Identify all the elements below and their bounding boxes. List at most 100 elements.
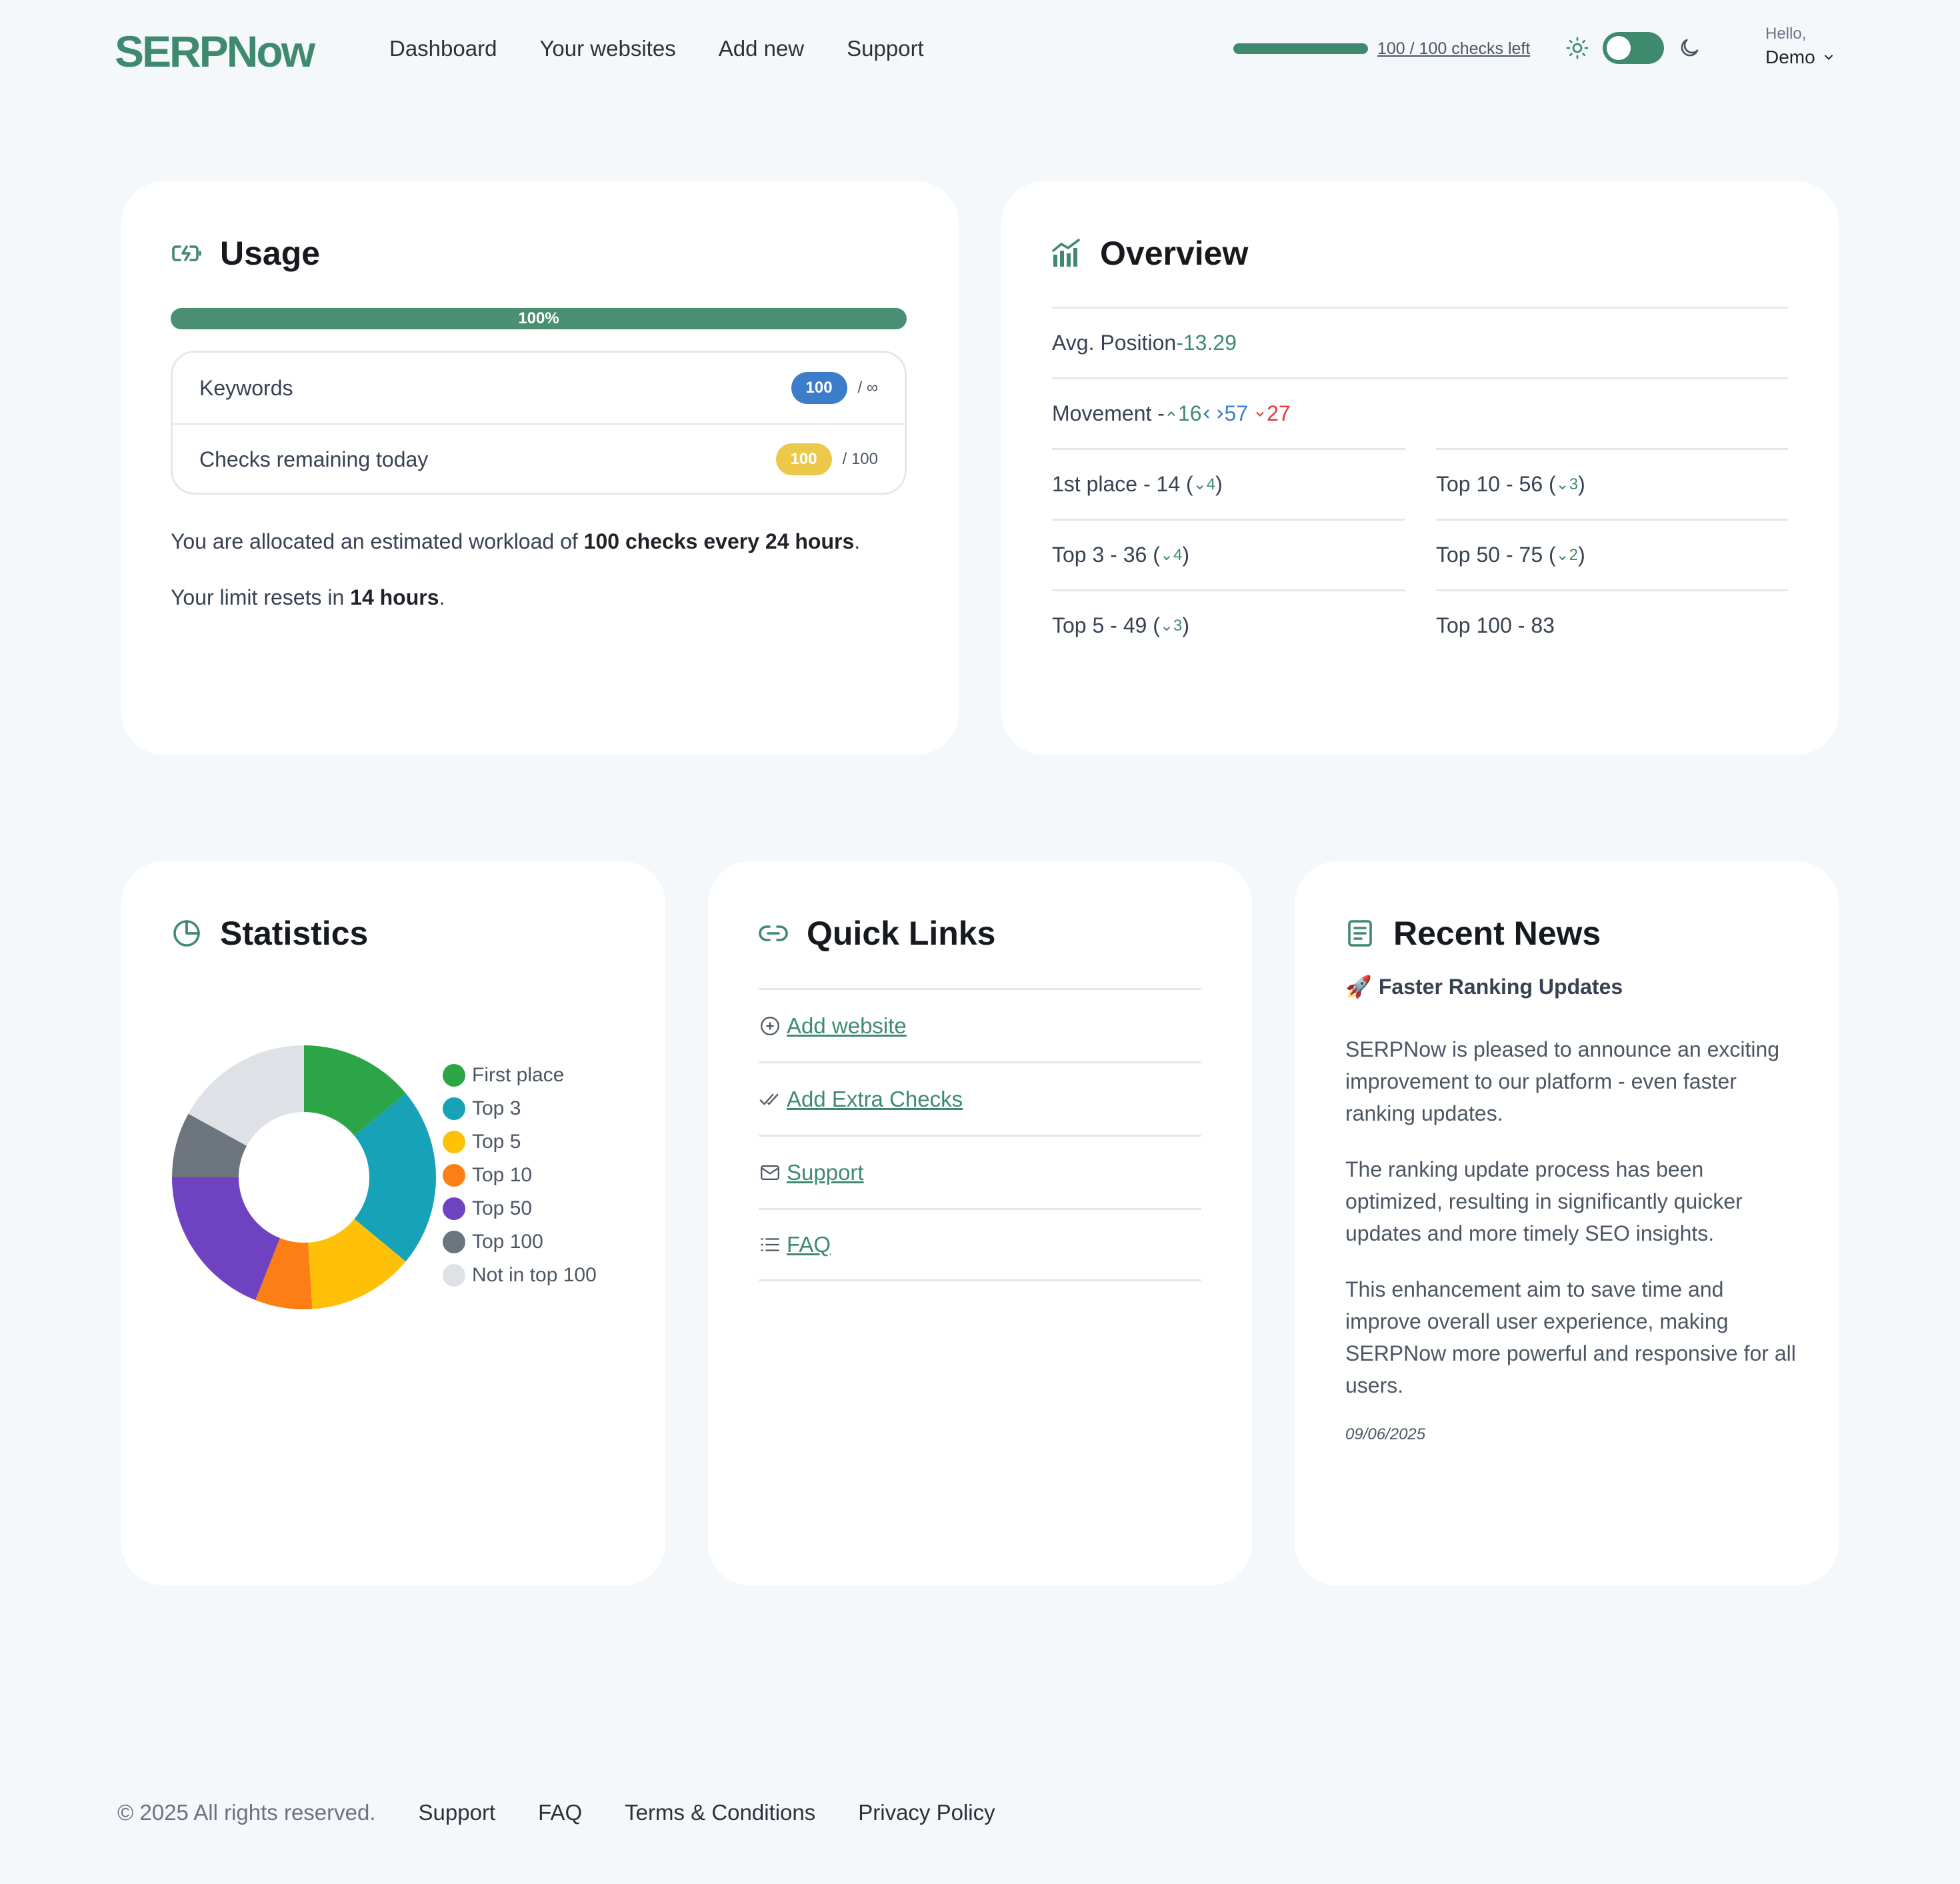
avg-position-row: Avg. Position -13.29 xyxy=(1052,307,1788,377)
overview-title: Overview xyxy=(1100,235,1249,272)
checks-row: Checks remaining today 100 / 100 xyxy=(173,423,905,494)
nav-dashboard[interactable]: Dashboard xyxy=(389,33,497,64)
toggle-knob xyxy=(1607,36,1631,60)
footer-privacy-link[interactable]: Privacy Policy xyxy=(858,1797,995,1828)
quick-link-faq[interactable]: FAQ xyxy=(759,1208,1201,1281)
legend-swatch xyxy=(443,1264,465,1287)
quick-links-header: Quick Links xyxy=(757,912,995,955)
footer-support-link[interactable]: Support xyxy=(419,1797,496,1828)
legend-item-top-3[interactable]: Top 3 xyxy=(443,1092,597,1125)
quick-link-support[interactable]: Support xyxy=(759,1135,1201,1208)
legend-label: Not in top 100 xyxy=(472,1264,597,1286)
statistics-header: Statistics xyxy=(171,912,368,955)
checks-label: Checks remaining today xyxy=(199,447,429,471)
user-menu[interactable]: Demo xyxy=(1765,45,1835,69)
usage-title: Usage xyxy=(220,235,321,272)
plus-circle-icon xyxy=(761,1016,779,1035)
delta-down-icon: ⌄ xyxy=(1193,475,1207,493)
usage-card: Usage 100% Keywords 100 / ∞ Checks remai… xyxy=(121,181,959,755)
legend-item-top-50[interactable]: Top 50 xyxy=(443,1192,597,1225)
nav-add-new[interactable]: Add new xyxy=(719,33,804,64)
avg-position-value: -13.29 xyxy=(1176,331,1237,355)
legend-label: Top 3 xyxy=(472,1097,521,1119)
sun-icon xyxy=(1566,37,1589,59)
statistics-card: Statistics First place Top 3 Top 5 Top 10 To… xyxy=(121,861,665,1585)
chevron-down-icon xyxy=(1256,411,1264,417)
legend-item-top-100[interactable]: Top 100 xyxy=(443,1225,597,1259)
legend-label: First place xyxy=(472,1064,565,1086)
quick-links-title: Quick Links xyxy=(807,915,996,952)
checks-progress-bar xyxy=(1233,43,1368,54)
footer-faq-link[interactable]: FAQ xyxy=(538,1797,582,1828)
legend-item-not-in-top-100[interactable]: Not in top 100 xyxy=(443,1259,597,1292)
movement-same-value: 57 xyxy=(1224,401,1249,425)
legend-swatch xyxy=(443,1164,465,1187)
footer-terms-link[interactable]: Terms & Conditions xyxy=(625,1797,815,1828)
legend-label: Top 50 xyxy=(472,1197,533,1219)
overview-top3: Top 3 - 36 (⌄ 4) xyxy=(1052,519,1405,589)
delta-down-icon: ⌄ xyxy=(1555,546,1569,564)
footer: © 2025 All rights reserved. Support FAQ … xyxy=(117,1797,995,1828)
overview-top50: Top 50 - 75 (⌄ 2) xyxy=(1436,519,1788,589)
main-nav: Dashboard Your websites Add new Support xyxy=(389,33,924,64)
quick-link-add-extra-checks[interactable]: Add Extra Checks xyxy=(759,1061,1201,1135)
overview-header: Overview xyxy=(1051,232,1248,275)
add-extra-checks-link[interactable]: Add Extra Checks xyxy=(787,1087,963,1112)
workload-text: You are allocated an estimated workload … xyxy=(171,529,861,553)
keywords-limit: / ∞ xyxy=(857,379,878,397)
legend-swatch xyxy=(443,1097,465,1120)
theme-toggle[interactable] xyxy=(1603,32,1664,64)
statistics-title: Statistics xyxy=(220,915,369,952)
keywords-label: Keywords xyxy=(199,375,293,400)
serpnow-logo[interactable]: SERPNow xyxy=(115,25,315,77)
reset-text: Your limit resets in 14 hours. xyxy=(171,585,445,609)
add-website-link[interactable]: Add website xyxy=(787,1013,907,1039)
list-icon xyxy=(761,1238,779,1251)
nav-support[interactable]: Support xyxy=(847,33,924,64)
legend-item-top-5[interactable]: Top 5 xyxy=(443,1125,597,1159)
legend-item-top-10[interactable]: Top 10 xyxy=(443,1159,597,1192)
bar-chart-icon xyxy=(1052,239,1080,267)
legend-item-first-place[interactable]: First place xyxy=(443,1059,597,1092)
greeting: Hello, xyxy=(1765,25,1807,43)
faq-link[interactable]: FAQ xyxy=(787,1232,831,1257)
overview-card: Overview Avg. Position -13.29 Movement -… xyxy=(1001,181,1839,755)
delta-down-icon: ⌄ xyxy=(1159,617,1173,635)
chevron-left-right-icon xyxy=(1203,409,1223,419)
movement-up-value: 16 xyxy=(1177,401,1202,425)
envelope-icon xyxy=(761,1165,779,1180)
legend-label: Top 5 xyxy=(472,1131,521,1153)
movement-down-value: 27 xyxy=(1267,401,1291,425)
overview-top5: Top 5 - 49 (⌄ 3) xyxy=(1052,589,1405,660)
chart-legend: First place Top 3 Top 5 Top 10 Top 50 Top 100… xyxy=(443,1059,597,1292)
news-paragraph: This enhancement aim to save time and im… xyxy=(1345,1277,1796,1397)
legend-label: Top 10 xyxy=(472,1164,533,1186)
checks-count-badge: 100 xyxy=(775,443,832,475)
checks-limit: / 100 xyxy=(842,450,878,468)
pie-chart-icon xyxy=(173,920,200,947)
battery-charging-icon xyxy=(172,245,201,261)
news-headline: 🚀 Faster Ranking Updates xyxy=(1345,972,1623,1001)
news-paragraph: The ranking update process has been opti… xyxy=(1345,1157,1743,1245)
legend-swatch xyxy=(443,1064,465,1087)
support-link[interactable]: Support xyxy=(787,1160,864,1185)
link-icon xyxy=(759,925,788,941)
quick-link-add-website[interactable]: Add website xyxy=(759,988,1201,1061)
checks-left-link[interactable]: 100 / 100 checks left xyxy=(1377,37,1530,60)
top-header: SERPNow Dashboard Your websites Add new … xyxy=(0,0,1960,100)
keywords-row: Keywords 100 / ∞ xyxy=(173,353,905,423)
nav-your-websites[interactable]: Your websites xyxy=(539,33,675,64)
recent-news-header: Recent News xyxy=(1344,912,1601,955)
document-icon xyxy=(1348,920,1372,947)
rocket-icon: 🚀 xyxy=(1345,975,1372,999)
legend-swatch xyxy=(443,1131,465,1153)
usage-progress-bar: 100% xyxy=(171,308,907,329)
chevron-down-icon xyxy=(1824,55,1833,60)
legend-swatch xyxy=(443,1231,465,1253)
user-name: Demo xyxy=(1765,47,1815,67)
legend-swatch xyxy=(443,1197,465,1220)
moon-icon xyxy=(1681,39,1699,57)
quick-links-card: Quick Links Add website Add Extra Checks… xyxy=(708,861,1252,1585)
ranking-donut-chart xyxy=(172,1045,436,1309)
usage-header: Usage xyxy=(171,232,320,275)
